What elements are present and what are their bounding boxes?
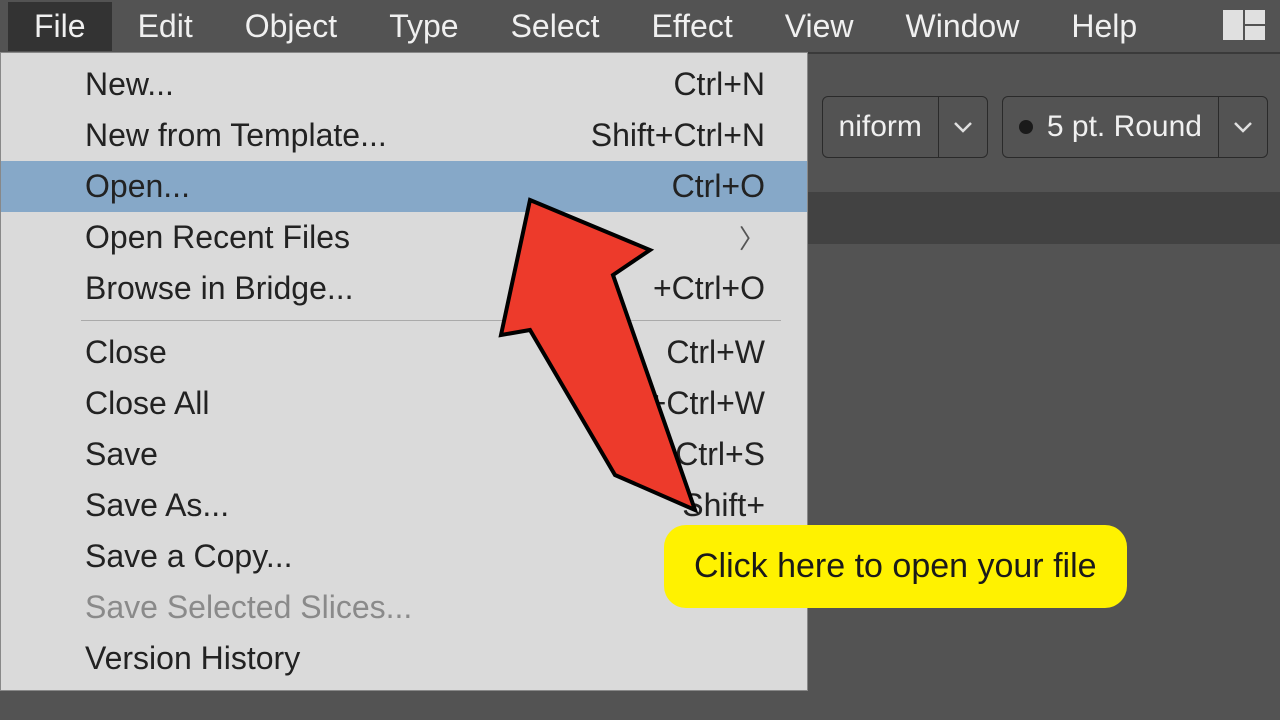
menu-item-close-all[interactable]: Close All Alt+Ctrl+W — [1, 378, 807, 429]
menu-item-new-from-template[interactable]: New from Template... Shift+Ctrl+N — [1, 110, 807, 161]
brush-dropdown[interactable]: 5 pt. Round — [1002, 96, 1268, 158]
menu-item-version-history[interactable]: Version History — [1, 633, 807, 684]
menu-item-save[interactable]: Save Ctrl+S — [1, 429, 807, 480]
chevron-down-icon — [953, 121, 973, 133]
stroke-profile-dropdown[interactable]: niform — [822, 96, 988, 158]
menu-select[interactable]: Select — [485, 2, 626, 51]
brush-label: 5 pt. Round — [1047, 110, 1202, 144]
menu-effect[interactable]: Effect — [626, 2, 759, 51]
menu-separator — [81, 320, 781, 321]
workspace-icon — [1223, 10, 1267, 42]
chevron-right-icon: 〉 — [739, 219, 765, 256]
menubar: File Edit Object Type Select Effect View… — [0, 0, 1280, 52]
toolbar-dropdowns: niform 5 pt. Round — [822, 96, 1268, 158]
menu-item-open[interactable]: Open... Ctrl+O — [1, 161, 807, 212]
menu-object[interactable]: Object — [219, 2, 363, 51]
menu-window[interactable]: Window — [880, 2, 1046, 51]
menu-item-save-as[interactable]: Save As... Shift+ — [1, 480, 807, 531]
chevron-down-icon — [1233, 121, 1253, 133]
menu-item-close[interactable]: Close Ctrl+W — [1, 327, 807, 378]
menu-item-open-recent[interactable]: Open Recent Files 〉 — [1, 212, 807, 263]
menu-type[interactable]: Type — [363, 2, 484, 51]
stroke-profile-label: niform — [839, 110, 922, 144]
menu-file[interactable]: File — [8, 2, 112, 51]
menu-item-new[interactable]: New... Ctrl+N — [1, 59, 807, 110]
menu-help[interactable]: Help — [1045, 2, 1163, 51]
workspace-switcher[interactable] — [1223, 10, 1280, 42]
brush-preview-icon — [1019, 120, 1033, 134]
menu-edit[interactable]: Edit — [112, 2, 219, 51]
menu-view[interactable]: View — [759, 2, 880, 51]
instruction-callout: Click here to open your file — [664, 525, 1127, 608]
menu-item-browse-bridge[interactable]: Browse in Bridge... +Ctrl+O — [1, 263, 807, 314]
callout-text: Click here to open your file — [694, 547, 1097, 585]
